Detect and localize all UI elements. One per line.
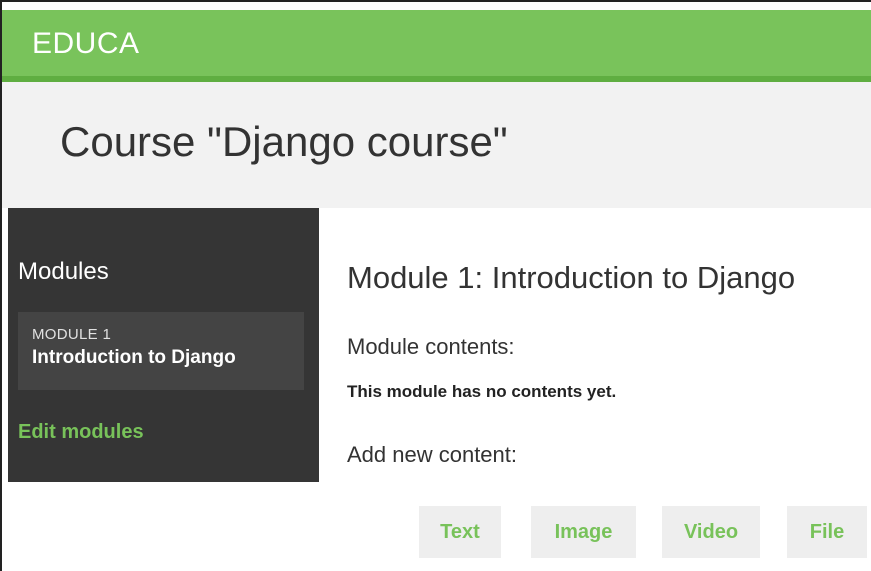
sidebar-item-module-1[interactable]: MODULE 1 Introduction to Django [18,312,304,390]
modules-sidebar: Modules MODULE 1 Introduction to Django … [8,208,319,482]
sidebar-title: Modules [18,258,109,285]
empty-contents-message: This module has no contents yet. [347,382,617,401]
add-image-button[interactable]: Image [531,506,636,558]
add-file-button[interactable]: File [787,506,867,558]
page-title: Course "Django course" [60,118,508,165]
module-contents-label: Module contents: [347,334,515,359]
app-frame: EDUCA Course "Django course" Modules MOD… [0,0,871,571]
add-video-button[interactable]: Video [662,506,760,558]
edit-modules-link[interactable]: Edit modules [18,421,144,444]
module-number-label: MODULE 1 [32,326,112,343]
module-heading: Module 1: Introduction to Django [347,260,796,295]
add-text-button[interactable]: Text [419,506,501,558]
module-detail: Module 1: Introduction to Django Module … [319,208,871,571]
course-title-band: Course "Django course" [2,82,871,208]
top-bar: EDUCA [2,10,871,82]
brand-logo[interactable]: EDUCA [32,27,140,61]
module-name-label: Introduction to Django [32,347,236,368]
add-content-label: Add new content: [347,442,518,467]
